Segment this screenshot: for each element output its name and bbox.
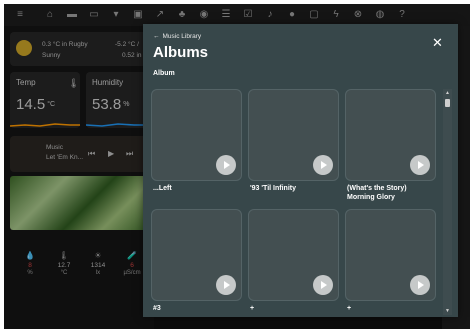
album-name: #3: [153, 305, 161, 312]
album-name: +: [347, 305, 352, 312]
app-frame: ≡ ⌂ ▬ ▭ ▾ ▣ ↗ ♣ ◉ ☰ ☑ ♪ ● ▢ ϟ ⊗ ◍ ? 0.3 …: [4, 4, 470, 329]
close-icon[interactable]: ✕: [432, 36, 443, 49]
scrollbar-thumb[interactable]: [445, 99, 450, 107]
play-icon[interactable]: [216, 275, 236, 295]
album-name: (What's the Story) Morning Glory: [347, 185, 407, 201]
album-name: ...Left: [153, 185, 172, 192]
back-to-music-library[interactable]: ← Music Library: [153, 33, 201, 40]
play-icon[interactable]: [410, 155, 430, 175]
album-thumbnail[interactable]: [248, 89, 339, 181]
section-heading: Album: [153, 70, 175, 77]
album-name: +: [250, 305, 255, 312]
album-thumbnail[interactable]: [151, 209, 242, 301]
scroll-up-icon[interactable]: ▲: [444, 90, 451, 96]
scroll-down-icon[interactable]: ▼: [444, 308, 451, 314]
album-thumbnail[interactable]: [151, 89, 242, 181]
album-name: '93 'Til Infinity: [250, 185, 296, 192]
scrollbar[interactable]: ▲ ▼: [443, 89, 452, 315]
album-thumbnail[interactable]: [248, 209, 339, 301]
play-icon[interactable]: [313, 155, 333, 175]
play-icon[interactable]: [216, 155, 236, 175]
album-grid: ...Left '93 'Til Infinity (What's the St…: [151, 89, 441, 315]
page-title: Albums: [153, 44, 209, 61]
albums-dialog: ← Music Library Albums ✕ Album ...Left '…: [143, 24, 458, 317]
play-icon[interactable]: [410, 275, 430, 295]
back-label: Music Library: [162, 33, 202, 40]
album-thumbnail[interactable]: [345, 89, 436, 181]
play-icon[interactable]: [313, 275, 333, 295]
album-thumbnail[interactable]: [345, 209, 436, 301]
arrow-left-icon: ←: [153, 33, 160, 40]
